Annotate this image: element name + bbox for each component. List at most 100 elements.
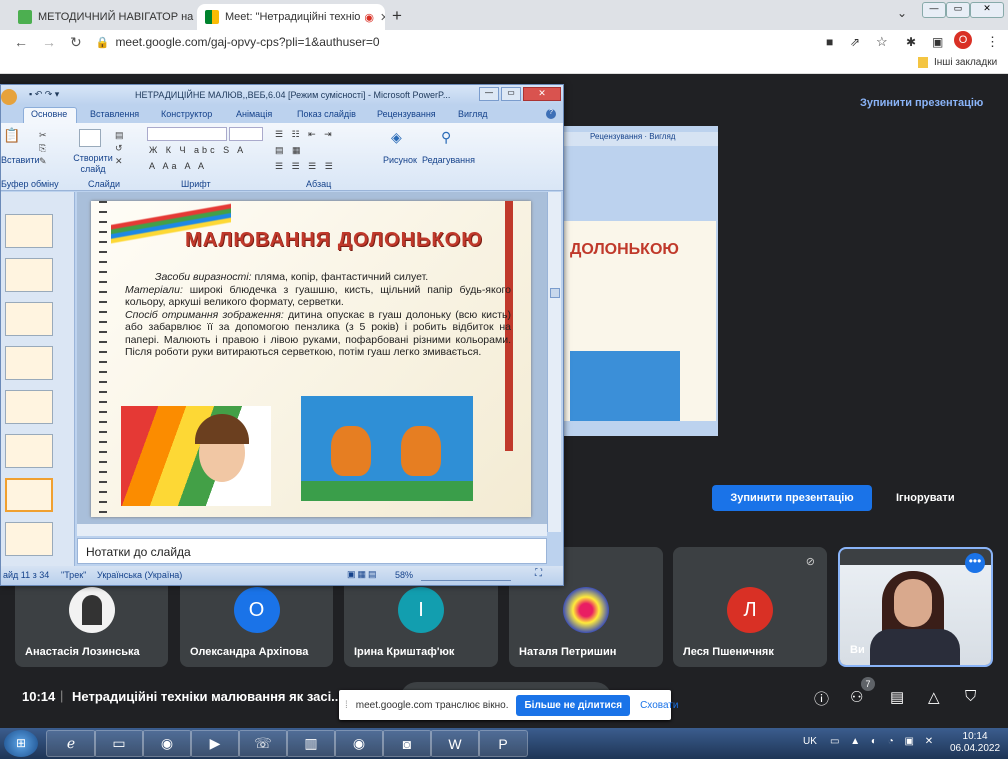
- media-player-icon[interactable]: ▶: [190, 730, 240, 757]
- info-icon[interactable]: ⓘ: [814, 688, 829, 709]
- meet-icon: [205, 10, 219, 24]
- tab-slideshow[interactable]: Показ слайдів: [297, 109, 356, 119]
- extensions-icon[interactable]: ✱: [906, 35, 916, 49]
- thumbnail[interactable]: [5, 258, 53, 292]
- minimize-icon[interactable]: —: [922, 2, 946, 18]
- paragraph-icons[interactable]: ▤ ▦: [275, 145, 304, 156]
- handprint: [331, 426, 371, 476]
- language-indicator[interactable]: UK: [803, 736, 817, 747]
- list-icons[interactable]: ☰ ☷ ⇤ ⇥: [275, 129, 335, 140]
- notes-field[interactable]: Нотатки до слайда: [77, 538, 547, 564]
- scroll-thumb[interactable]: [550, 288, 560, 298]
- host-controls-icon[interactable]: ⛉: [965, 688, 976, 705]
- tray-icons[interactable]: ▭ ▲ ◐ ◔ ▣ ✕: [830, 736, 937, 747]
- close-window-icon[interactable]: ✕: [523, 87, 561, 101]
- person-face: [894, 579, 932, 627]
- tab-navigator[interactable]: МЕТОДИЧНИЙ НАВІГАТОР на к ✕: [10, 4, 195, 30]
- start-button[interactable]: ⊞: [4, 730, 38, 757]
- quick-access-icons[interactable]: ▪ ↶ ↷ ▾: [29, 89, 59, 100]
- close-icon[interactable]: ✕: [374, 11, 385, 24]
- new-slide-icon[interactable]: [79, 129, 101, 147]
- viber-icon[interactable]: ☏: [238, 730, 288, 757]
- drag-handle-icon[interactable]: ⁞: [345, 700, 348, 711]
- clipboard-icons[interactable]: ✂ ⎘ ✎: [39, 129, 47, 168]
- paste-icon[interactable]: 📋: [3, 127, 20, 144]
- chrome-icon[interactable]: ◉: [142, 730, 192, 757]
- picture-icon[interactable]: ◈: [391, 129, 402, 146]
- thumbnail[interactable]: [5, 214, 53, 248]
- paste-button[interactable]: Вставити: [1, 155, 40, 165]
- font-color-icons[interactable]: A Aa A A: [149, 161, 207, 171]
- tab-home[interactable]: Основне: [31, 109, 67, 119]
- new-tab-icon[interactable]: +: [392, 6, 402, 26]
- camera-icon[interactable]: ■: [826, 35, 833, 49]
- more-options-icon[interactable]: •••: [965, 553, 985, 573]
- stop-presentation-button[interactable]: Зупинити презентацію: [712, 485, 872, 511]
- chat-icon[interactable]: ▤: [890, 688, 904, 706]
- hide-button[interactable]: Сховати: [640, 700, 678, 711]
- font-name-field[interactable]: [147, 127, 227, 141]
- powerpoint-icon[interactable]: P: [478, 730, 528, 757]
- thumbnail[interactable]: [5, 346, 53, 380]
- url-input[interactable]: meet.google.com/gaj-opvy-cps?pli=1&authu…: [115, 35, 379, 49]
- thumbnail[interactable]: [5, 302, 53, 336]
- office-button[interactable]: [1, 89, 17, 105]
- maximize-icon[interactable]: ▭: [946, 2, 970, 18]
- back-icon[interactable]: ←: [14, 34, 28, 50]
- thumbnail-selected[interactable]: [5, 478, 53, 512]
- tab-animation[interactable]: Анімація: [236, 109, 272, 119]
- picture-button[interactable]: Рисунок: [383, 155, 417, 165]
- tab-insert[interactable]: Вставлення: [90, 109, 139, 119]
- tab-review[interactable]: Рецензування: [377, 109, 436, 119]
- thumbnail[interactable]: [5, 522, 53, 556]
- minimize-icon[interactable]: —: [479, 87, 499, 101]
- people-icon[interactable]: ⚇: [850, 688, 863, 706]
- ignore-button[interactable]: Ігнорувати: [896, 492, 955, 504]
- ie-icon[interactable]: ℯ: [46, 730, 96, 757]
- tab-view[interactable]: Вигляд: [458, 109, 488, 119]
- thumbnail[interactable]: [5, 390, 53, 424]
- zoom-slider[interactable]: [421, 569, 511, 581]
- participant-tile[interactable]: ⊘ Л Леся Пшеничняк: [673, 547, 827, 667]
- new-slide-button[interactable]: Створити слайд: [69, 153, 117, 175]
- stop-presentation-link[interactable]: Зупинити презентацію: [860, 97, 983, 109]
- share-icon[interactable]: ⇗: [850, 35, 860, 49]
- p3-lead: Спосіб отримання зображення:: [125, 308, 284, 321]
- star-icon[interactable]: ☆: [876, 34, 888, 50]
- align-icons[interactable]: ☰ ☰ ☰ ☰: [275, 161, 336, 172]
- close-window-icon[interactable]: ✕: [970, 2, 1004, 18]
- activities-icon[interactable]: △: [928, 688, 940, 706]
- group-font: Шрифт: [181, 179, 211, 189]
- p2-text: широкі блюдечка з гуашшю, кисть, щільний…: [125, 283, 511, 309]
- vertical-scrollbar[interactable]: [547, 192, 561, 532]
- sidebar-icon[interactable]: ▣: [932, 35, 943, 49]
- editing-icon[interactable]: ⚲: [441, 129, 451, 146]
- tab-design[interactable]: Конструктор: [161, 109, 212, 119]
- bookmarks-label[interactable]: Інші закладки: [934, 57, 997, 68]
- fit-window-icon[interactable]: ⛶: [535, 568, 542, 579]
- explorer-icon[interactable]: ▭: [94, 730, 144, 757]
- font-format-icons[interactable]: Ж К Ч abc S A: [149, 145, 246, 155]
- forward-icon[interactable]: →: [42, 34, 56, 50]
- chrome-profile-icon[interactable]: ◉: [334, 730, 384, 757]
- view-buttons[interactable]: ▣▦▤: [347, 569, 379, 580]
- tab-meet[interactable]: Meet: "Нетрадиційні техніо ◉ ✕: [197, 4, 385, 30]
- horizontal-scrollbar[interactable]: [77, 524, 547, 536]
- p2-lead: Матеріали:: [125, 283, 183, 296]
- font-size-field[interactable]: [229, 127, 263, 141]
- slide-layout-icons[interactable]: ▤ ↺ ✕: [115, 129, 124, 168]
- help-icon[interactable]: ?: [546, 109, 556, 119]
- restore-icon[interactable]: ▭: [501, 87, 521, 101]
- video-player-icon[interactable]: ◙: [382, 730, 432, 757]
- stop-sharing-button[interactable]: Більше не ділитися: [516, 694, 631, 716]
- avatar[interactable]: О: [954, 31, 972, 49]
- avatar: І: [398, 587, 444, 633]
- editing-button[interactable]: Редагування: [422, 155, 475, 165]
- winrar-icon[interactable]: ▥: [286, 730, 336, 757]
- self-tile[interactable]: ••• Ви: [838, 547, 993, 667]
- menu-icon[interactable]: ⋮: [986, 34, 999, 50]
- reload-icon[interactable]: ↻: [70, 34, 82, 51]
- chevron-down-icon[interactable]: ⌄: [897, 6, 907, 20]
- thumbnail[interactable]: [5, 434, 53, 468]
- word-icon[interactable]: W: [430, 730, 480, 757]
